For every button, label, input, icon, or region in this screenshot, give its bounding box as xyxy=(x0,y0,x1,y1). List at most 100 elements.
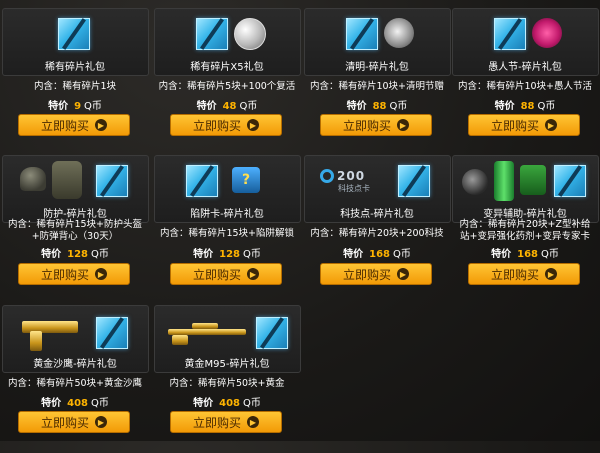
price-label: 特价 xyxy=(193,398,214,409)
pack-contents: 内含：稀有碎片20块+Z型补给 站+变异强化药剂+变异专家卡 xyxy=(450,219,600,243)
contents-line: 内含：稀有碎片5块+100个复活 xyxy=(158,81,296,92)
buy-now-label: 立即购买 xyxy=(40,415,89,430)
arrow-right-icon: ▶ xyxy=(545,268,557,280)
pack-name: 防护-碎片礼包 xyxy=(43,209,107,220)
price-label: 特价 xyxy=(48,101,69,112)
mutant-expert-card-icon xyxy=(520,165,546,195)
pack-name: 稀有碎片礼包 xyxy=(45,62,105,73)
price-value: 408 xyxy=(67,398,88,409)
buy-now-button[interactable]: 立即购买 ▶ xyxy=(18,263,130,285)
pack-price: 特价 168 Q币 xyxy=(302,245,452,260)
golden-m95-scope xyxy=(192,323,218,329)
contents-line: 内含：稀有碎片15块+防护头盔 xyxy=(7,219,143,230)
pack-name: 愚人节-碎片礼包 xyxy=(488,62,562,73)
contents-line: 内含：稀有碎片1块 xyxy=(33,81,117,92)
price-value: 88 xyxy=(372,101,387,112)
pack-price: 特价 128 Q币 xyxy=(152,245,302,260)
pack-price: 特价 9 Q币 xyxy=(0,97,150,112)
buy-now-label: 立即购买 xyxy=(192,415,241,430)
currency-label: Q币 xyxy=(393,249,411,260)
buy-now-button[interactable]: 立即购买 ▶ xyxy=(18,411,130,433)
currency-label: Q币 xyxy=(541,249,559,260)
shard-icon xyxy=(58,18,90,50)
pack-name: 科技点-碎片礼包 xyxy=(340,209,414,220)
buy-now-label: 立即购买 xyxy=(342,267,391,282)
currency-label: Q币 xyxy=(389,101,408,112)
arrow-right-icon: ▶ xyxy=(397,268,409,280)
contents-line: 内含：稀有碎片50块+黄金沙鹰 xyxy=(7,378,143,389)
shard-icon xyxy=(96,165,128,197)
buy-now-button[interactable]: 立即购买 ▶ xyxy=(170,114,282,136)
buy-now-label: 立即购买 xyxy=(40,267,89,282)
pack-price: 特价 408 Q币 xyxy=(0,394,150,409)
pack-price: 特价 88 Q币 xyxy=(450,97,600,112)
pack-contents: 内含：稀有碎片5块+100个复活 xyxy=(152,81,302,93)
shard-icon xyxy=(96,317,128,349)
pack-contents: 内含：稀有碎片10块+愚人节活 xyxy=(450,81,600,93)
pack-card: 愚人节-碎片礼包 内含：稀有碎片10块+愚人节活 特价 88 Q币 立即购买 ▶ xyxy=(450,8,600,156)
arrow-right-icon: ▶ xyxy=(247,268,259,280)
currency-label: Q币 xyxy=(239,101,258,112)
currency-label: Q币 xyxy=(243,398,261,409)
price-label: 特价 xyxy=(196,101,217,112)
pack-price: 特价 168 Q币 xyxy=(450,245,600,260)
price-value: 128 xyxy=(67,249,88,260)
price-label: 特价 xyxy=(343,249,364,260)
pack-name: 稀有碎片X5礼包 xyxy=(190,62,264,73)
pack-price: 特价 128 Q币 xyxy=(0,245,150,260)
pack-name: 陷阱卡-碎片礼包 xyxy=(190,209,264,220)
price-label: 特价 xyxy=(346,101,367,112)
pack-name: 清明-碎片礼包 xyxy=(345,62,409,73)
pack-card: 清明-碎片礼包 内含：稀有碎片10块+清明节赠 特价 88 Q币 立即购买 ▶ xyxy=(302,8,452,156)
price-value: 48 xyxy=(222,101,237,112)
arrow-right-icon: ▶ xyxy=(95,268,107,280)
buy-now-button[interactable]: 立即购买 ▶ xyxy=(320,263,432,285)
mine-icon xyxy=(462,169,488,195)
price-value: 168 xyxy=(369,249,390,260)
currency-label: Q币 xyxy=(84,101,102,112)
buy-now-button[interactable]: 立即购买 ▶ xyxy=(170,263,282,285)
contents-line: 内含：稀有碎片50块+黄金 xyxy=(169,378,285,389)
price-value: 9 xyxy=(74,101,82,112)
shard-icon xyxy=(494,18,526,50)
golden-desert-eagle-grip xyxy=(30,331,42,351)
arrow-right-icon: ▶ xyxy=(95,416,107,428)
price-value: 408 xyxy=(219,398,240,409)
price-value: 88 xyxy=(520,101,535,112)
contents-line: +防弹背心（30天） xyxy=(31,231,119,242)
shard-icon xyxy=(186,165,218,197)
buy-now-label: 立即购买 xyxy=(490,267,539,282)
buy-now-button[interactable]: 立即购买 ▶ xyxy=(170,411,282,433)
pack-contents: 内含：稀有碎片1块 xyxy=(0,81,150,93)
pack-card: 稀有碎片礼包 内含：稀有碎片1块 特价 9 Q币 立即购买 ▶ xyxy=(0,8,150,156)
tech-points-card-icon: 200 科技点卡 xyxy=(320,169,370,193)
pack-name: 变异辅助-碎片礼包 xyxy=(483,209,567,220)
flower-icon xyxy=(532,18,562,48)
buy-now-button[interactable]: 立即购买 ▶ xyxy=(18,114,130,136)
buy-now-button[interactable]: 立即购买 ▶ xyxy=(468,263,580,285)
tech-card-title: 200 xyxy=(337,169,366,183)
buy-now-label: 立即购买 xyxy=(40,118,89,133)
price-value: 168 xyxy=(517,249,538,260)
currency-label: Q币 xyxy=(243,249,261,260)
buy-now-button[interactable]: 立即购买 ▶ xyxy=(320,114,432,136)
silver-coin-icon xyxy=(234,18,266,50)
pack-price: 特价 48 Q币 xyxy=(152,97,302,112)
buy-now-label: 立即购买 xyxy=(192,118,241,133)
buy-now-button[interactable]: 立即购买 ▶ xyxy=(468,114,580,136)
pack-card: 黄金M95-碎片礼包 内含：稀有碎片50块+黄金 特价 408 Q币 立即购买 ▶ xyxy=(152,305,301,453)
pack-contents: 内含：稀有碎片10块+清明节赠 xyxy=(302,81,452,93)
arrow-right-icon: ▶ xyxy=(397,119,409,131)
vest-icon xyxy=(52,161,82,199)
pack-name: 黄金沙鹰-碎片礼包 xyxy=(33,359,117,370)
qingming-stamp-icon xyxy=(384,18,414,48)
contents-line: 内含：稀有碎片20块+Z型补给 xyxy=(459,219,591,230)
arrow-right-icon: ▶ xyxy=(247,416,259,428)
buy-now-label: 立即购买 xyxy=(490,118,539,133)
contents-line: 内含：稀有碎片20块+200科技 xyxy=(310,228,444,239)
price-label: 特价 xyxy=(491,249,512,260)
contents-line: 内含：稀有碎片10块+清明节赠 xyxy=(309,81,445,92)
pack-card: 黄金沙鹰-碎片礼包 内含：稀有碎片50块+黄金沙鹰 特价 408 Q币 立即购买 ▶ xyxy=(0,305,150,453)
pack-card: 防护-碎片礼包 内含：稀有碎片15块+防护头盔 +防弹背心（30天） 特价 128… xyxy=(0,155,150,303)
currency-label: Q币 xyxy=(91,398,109,409)
